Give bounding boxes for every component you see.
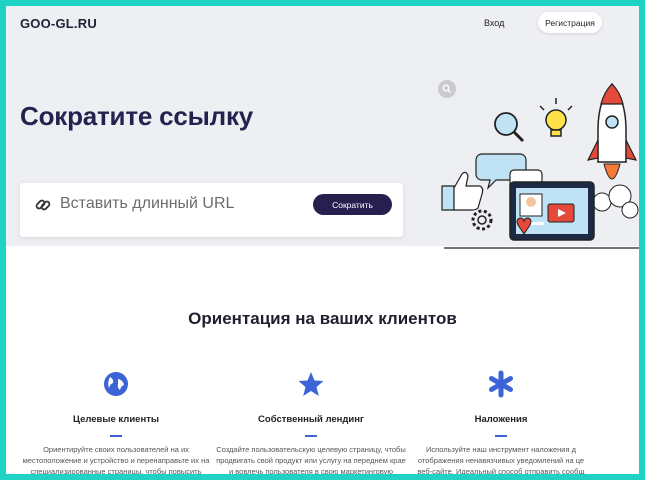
page-frame: GOO-GL.RU Вход Регистрация Сократите ссы… bbox=[6, 6, 639, 474]
globe-icon bbox=[104, 372, 128, 396]
shorten-button[interactable]: Сократить bbox=[313, 194, 392, 215]
feature-description: Используйте наш инструмент наложения д о… bbox=[417, 445, 585, 474]
feature-overlays: Наложения Используйте наш инструмент нал… bbox=[406, 370, 596, 474]
feature-title: Целевые клиенты bbox=[73, 414, 159, 425]
hero-illustration bbox=[441, 82, 639, 249]
feature-description: Ориентируйте своих пользователей на их м… bbox=[22, 445, 210, 474]
long-url-input[interactable] bbox=[60, 193, 300, 215]
login-link[interactable]: Вход bbox=[484, 18, 504, 28]
feature-title: Наложения bbox=[474, 414, 528, 425]
magnifier-icon bbox=[494, 112, 525, 143]
gear-icon bbox=[471, 209, 493, 231]
site-logo[interactable]: GOO-GL.RU bbox=[20, 16, 97, 31]
asterisk-icon bbox=[489, 370, 513, 398]
thumbs-up-icon bbox=[441, 171, 484, 211]
rocket-icon bbox=[586, 82, 639, 219]
feature-divider bbox=[110, 435, 122, 437]
feature-title: Собственный лендинг bbox=[258, 414, 364, 425]
lightbulb-icon bbox=[539, 98, 573, 137]
feature-own-landing: Собственный лендинг Создайте пользовател… bbox=[216, 370, 406, 474]
hero-section: GOO-GL.RU Вход Регистрация Сократите ссы… bbox=[6, 6, 639, 249]
url-shortener-form: Сократить bbox=[20, 183, 403, 237]
link-icon bbox=[35, 199, 51, 211]
feature-divider bbox=[305, 435, 317, 437]
star-icon bbox=[298, 372, 324, 396]
feature-description: Создайте пользовательскую целевую страни… bbox=[216, 445, 406, 474]
feature-target-clients: Целевые клиенты Ориентируйте своих польз… bbox=[21, 370, 211, 474]
register-button[interactable]: Регистрация bbox=[538, 12, 602, 33]
section-title: Ориентация на ваших клиентов bbox=[188, 309, 457, 328]
feature-divider bbox=[495, 435, 507, 437]
hero-title: Сократите ссылку bbox=[20, 101, 254, 131]
